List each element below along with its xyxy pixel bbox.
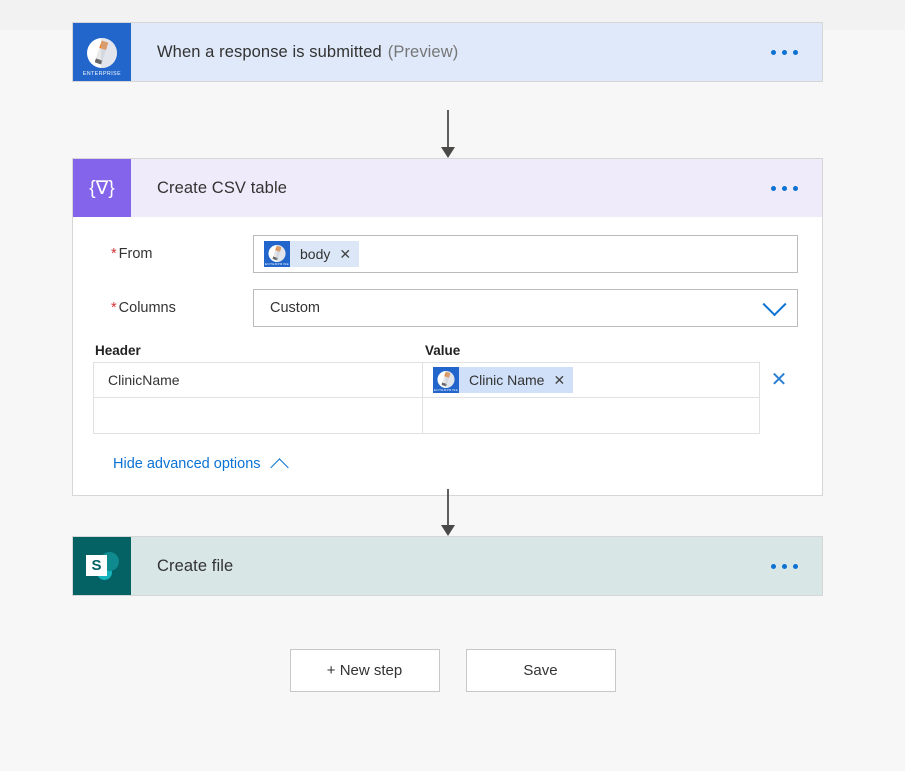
kv-header-input[interactable]: ClinicName xyxy=(93,362,423,398)
kv-header-value: ClinicName xyxy=(108,372,180,388)
connector-arrow-csv-to-file xyxy=(441,489,455,536)
columns-dropdown[interactable]: Custom xyxy=(253,289,798,327)
arrow-head-icon xyxy=(441,525,455,536)
from-field-control: ENTERPRISE body ✕ xyxy=(253,235,798,273)
microsoft-forms-icon: ENTERPRISE xyxy=(433,367,459,393)
csv-title: Create CSV table xyxy=(131,159,761,217)
trigger-preview-tag: (Preview) xyxy=(387,42,459,61)
chevron-down-icon[interactable] xyxy=(762,291,787,316)
menu-dot xyxy=(771,563,776,569)
menu-dot xyxy=(793,563,798,569)
token-label: body xyxy=(300,246,331,262)
arrow-head-icon xyxy=(441,147,455,158)
columns-kv-table: Header Value ClinicName ENTERPRISE Clini… xyxy=(93,343,798,434)
from-label-text: From xyxy=(118,246,153,262)
required-marker: * xyxy=(111,246,117,262)
csv-menu-button[interactable] xyxy=(761,159,822,217)
forms-enterprise-badge: ENTERPRISE xyxy=(264,262,290,266)
trigger-title: When a response is submitted (Preview) xyxy=(131,23,761,81)
kv-column-headers: Header Value xyxy=(93,343,798,358)
data-operations-icon: {∇} xyxy=(73,159,131,217)
field-row-from: * From ENTERPRISE body ✕ xyxy=(93,235,798,273)
kv-value-col-label: Value xyxy=(425,343,461,358)
csv-icon-tile: {∇} xyxy=(73,159,131,217)
from-label: * From xyxy=(93,246,253,262)
kv-value-input[interactable]: ENTERPRISE Clinic Name ✕ xyxy=(422,362,760,398)
columns-selected-value: Custom xyxy=(270,300,320,316)
kv-header-input[interactable] xyxy=(93,398,423,434)
kv-value-input[interactable] xyxy=(422,398,760,434)
token-chip-body[interactable]: ENTERPRISE body ✕ xyxy=(264,241,360,267)
chevron-up-icon xyxy=(269,457,289,477)
flow-card-create-csv-table[interactable]: {∇} Create CSV table * From ENTERPRISE b… xyxy=(72,158,823,496)
field-row-columns: * Columns Custom xyxy=(93,289,798,327)
kv-row-delete-placeholder xyxy=(760,398,798,434)
trigger-card-header[interactable]: ENTERPRISE When a response is submitted … xyxy=(73,23,822,81)
connector-arrow-trigger-to-csv xyxy=(441,110,455,158)
flow-footer-actions: + New step Save xyxy=(0,649,905,692)
csv-card-header[interactable]: {∇} Create CSV table xyxy=(73,159,822,217)
file-menu-button[interactable] xyxy=(761,537,822,595)
menu-dot xyxy=(793,49,798,55)
required-marker: * xyxy=(111,300,117,316)
microsoft-forms-icon: ENTERPRISE xyxy=(73,23,131,81)
token-label: Clinic Name xyxy=(469,372,545,388)
hide-advanced-options-label: Hide advanced options xyxy=(113,456,261,472)
forms-enterprise-badge: ENTERPRISE xyxy=(82,71,122,77)
trigger-title-text: When a response is submitted xyxy=(157,42,382,61)
save-button[interactable]: Save xyxy=(465,649,616,692)
kv-row xyxy=(93,398,798,434)
menu-dot xyxy=(771,185,776,191)
sharepoint-icon: S xyxy=(73,537,131,595)
menu-dot xyxy=(771,49,776,55)
csv-title-text: Create CSV table xyxy=(157,178,287,197)
csv-card-body: * From ENTERPRISE body ✕ * Columns Custo… xyxy=(73,217,822,495)
file-card-header[interactable]: S Create file xyxy=(73,537,822,595)
flow-card-create-file[interactable]: S Create file xyxy=(72,536,823,596)
kv-header-col-label: Header xyxy=(95,343,141,358)
kv-row-delete-button[interactable]: ✕ xyxy=(760,362,798,398)
from-input[interactable]: ENTERPRISE body ✕ xyxy=(253,235,798,273)
microsoft-forms-icon: ENTERPRISE xyxy=(264,241,290,267)
forms-enterprise-badge: ENTERPRISE xyxy=(433,388,459,392)
file-title: Create file xyxy=(131,537,761,595)
flow-card-trigger[interactable]: ENTERPRISE When a response is submitted … xyxy=(72,22,823,82)
token-chip-clinic-name[interactable]: ENTERPRISE Clinic Name ✕ xyxy=(433,367,574,393)
kv-row: ClinicName ENTERPRISE Clinic Name ✕ ✕ xyxy=(93,362,798,398)
menu-dot xyxy=(782,563,787,569)
menu-dot xyxy=(782,185,787,191)
menu-dot xyxy=(793,185,798,191)
trigger-menu-button[interactable] xyxy=(761,23,822,81)
menu-dot xyxy=(782,49,787,55)
columns-label-text: Columns xyxy=(118,300,176,316)
sharepoint-letter: S xyxy=(86,555,107,576)
hide-advanced-options-link[interactable]: Hide advanced options xyxy=(93,456,289,477)
kv-grid: ClinicName ENTERPRISE Clinic Name ✕ ✕ xyxy=(93,362,798,434)
new-step-button[interactable]: + New step xyxy=(289,649,440,692)
columns-label: * Columns xyxy=(93,300,253,316)
file-title-text: Create file xyxy=(157,556,234,575)
file-icon-tile: S xyxy=(73,537,131,595)
token-remove-icon[interactable]: ✕ xyxy=(553,373,565,387)
trigger-icon-tile: ENTERPRISE xyxy=(73,23,131,81)
columns-field-control: Custom xyxy=(253,289,798,327)
token-remove-icon[interactable]: ✕ xyxy=(339,247,351,261)
